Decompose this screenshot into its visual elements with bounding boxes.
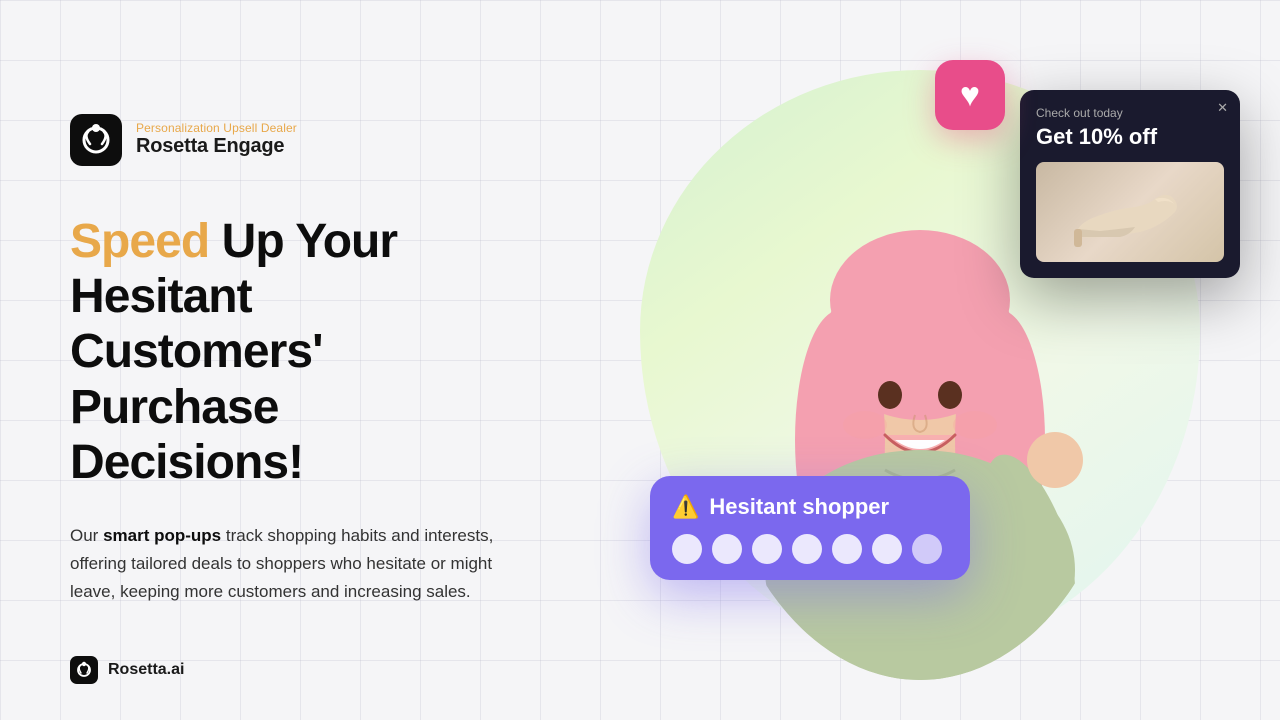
hesitant-shopper-badge: ⚠️ Hesitant shopper: [650, 476, 970, 580]
popup-check-today: Check out today: [1036, 106, 1224, 120]
blob-container: ♥ ✕ Check out today Get 10% off: [620, 40, 1220, 680]
dot-2: [712, 534, 742, 564]
brand-logo-icon: [70, 114, 122, 166]
dot-6: [872, 534, 902, 564]
shoe-illustration: [1060, 167, 1200, 257]
page-wrapper: Personalization Upsell Dealer Rosetta En…: [0, 0, 1280, 720]
brand-text: Personalization Upsell Dealer Rosetta En…: [136, 121, 297, 158]
headline: Speed Up Your Hesitant Customers' Purcha…: [70, 214, 500, 490]
heart-button[interactable]: ♥: [935, 60, 1005, 130]
right-panel: ♥ ✕ Check out today Get 10% off: [560, 0, 1280, 720]
left-panel: Personalization Upsell Dealer Rosetta En…: [0, 0, 560, 720]
dot-7: [912, 534, 942, 564]
hesitant-badge-title: ⚠️ Hesitant shopper: [672, 494, 948, 520]
popup-close-button[interactable]: ✕: [1217, 100, 1228, 116]
dot-4: [792, 534, 822, 564]
popup-card: ✕ Check out today Get 10% off: [1020, 90, 1240, 278]
popup-shoe-image: [1036, 162, 1224, 262]
dot-5: [832, 534, 862, 564]
brand-name: Rosetta Engage: [136, 135, 297, 158]
hesitant-dot-row: [672, 534, 948, 564]
popup-discount: Get 10% off: [1036, 124, 1224, 150]
warning-icon: ⚠️: [672, 494, 699, 520]
heart-icon: ♥: [960, 78, 980, 112]
body-text: Our smart pop-ups track shopping habits …: [70, 522, 500, 606]
dot-1: [672, 534, 702, 564]
brand-area: Personalization Upsell Dealer Rosetta En…: [70, 114, 500, 166]
dot-3: [752, 534, 782, 564]
brand-tagline: Personalization Upsell Dealer: [136, 121, 297, 135]
